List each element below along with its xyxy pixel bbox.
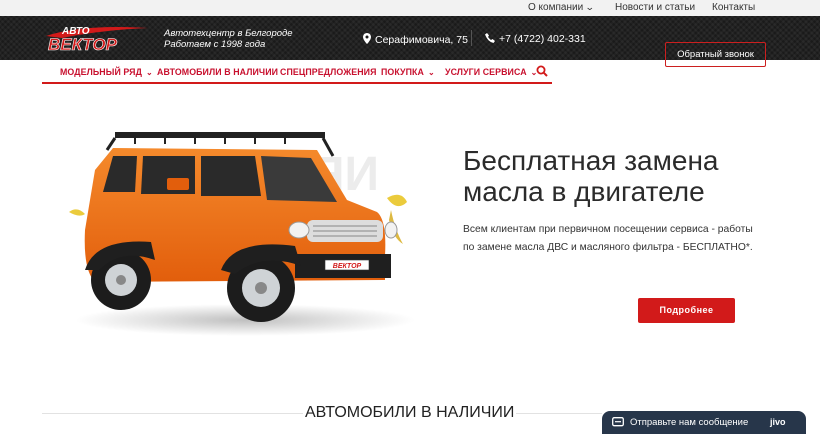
news-link[interactable]: Новости и статьи — [615, 2, 695, 13]
hero-description: Всем клиентам при первичном посещении се… — [463, 224, 753, 253]
car-plate-text: ВЕКТОР — [333, 263, 362, 270]
logo[interactable]: АВТО ВЕКТОР — [42, 22, 152, 54]
nav-item-models[interactable]: МОДЕЛЬНЫЙ РЯД ⌄ — [60, 67, 153, 77]
more-details-button[interactable]: Подробнее — [638, 298, 735, 323]
contacts-link[interactable]: Контакты — [712, 2, 755, 13]
top-utility-bar: О компании ⌄ Новости и статьи Контакты — [0, 0, 820, 16]
address[interactable]: Серафимовича, 75 — [363, 33, 468, 46]
nav-item-in-stock[interactable]: АВТОМОБИЛИ В НАЛИЧИИ — [157, 67, 278, 77]
callback-button[interactable]: Обратный звонок — [665, 42, 766, 67]
tagline-line-1: Автотехцентр в Белгороде — [164, 28, 293, 39]
nav-item-purchase-label: ПОКУПКА — [381, 67, 424, 77]
nav-item-services[interactable]: УСЛУГИ СЕРВИСА ⌄ — [445, 67, 537, 77]
chat-message-icon — [612, 417, 624, 427]
section-title: АВТОМОБИЛИ В НАЛИЧИИ — [303, 404, 517, 422]
site-header: АВТО ВЕКТОР Автотехцентр в Белгороде Раб… — [0, 16, 820, 67]
hero-car-image: ЯИ ВЕКТОР — [69, 132, 415, 336]
chat-widget[interactable]: Отправьте нам сообщение jivo — [602, 411, 806, 434]
chat-label: Отправьте нам сообщение — [630, 417, 749, 428]
search-icon[interactable] — [536, 65, 548, 77]
header-divider — [471, 30, 472, 46]
tagline-line-2: Работаем с 1998 года — [164, 39, 266, 50]
chevron-down-icon: ⌄ — [585, 2, 595, 12]
nav-item-special-offers[interactable]: СПЕЦПРЕДЛОЖЕНИЯ — [280, 67, 377, 77]
chevron-down-icon: ⌄ — [145, 68, 153, 77]
map-pin-icon — [363, 33, 371, 44]
hero-headline: Бесплатная замена масла в двигателе — [463, 145, 719, 207]
logo-main-text: ВЕКТОР — [48, 35, 118, 54]
nav-item-models-label: МОДЕЛЬНЫЙ РЯД — [60, 67, 142, 77]
chevron-down-icon: ⌄ — [427, 68, 435, 77]
nav-item-purchase[interactable]: ПОКУПКА ⌄ — [381, 67, 435, 77]
main-nav: МОДЕЛЬНЫЙ РЯД ⌄ АВТОМОБИЛИ В НАЛИЧИИ СПЕЦ… — [42, 60, 552, 84]
about-company-label: О компании — [528, 2, 584, 13]
about-company-link[interactable]: О компании ⌄ — [528, 2, 595, 13]
address-text: Серафимовича, 75 — [375, 34, 468, 46]
phone[interactable]: +7 (4722) 402-331 — [485, 33, 586, 45]
tagline: Автотехцентр в Белгороде Работаем с 1998… — [164, 28, 293, 50]
phone-icon — [485, 33, 495, 43]
nav-item-services-label: УСЛУГИ СЕРВИСА — [445, 67, 527, 77]
jivo-logo: jivo — [770, 417, 786, 427]
phone-text: +7 (4722) 402-331 — [499, 33, 586, 45]
